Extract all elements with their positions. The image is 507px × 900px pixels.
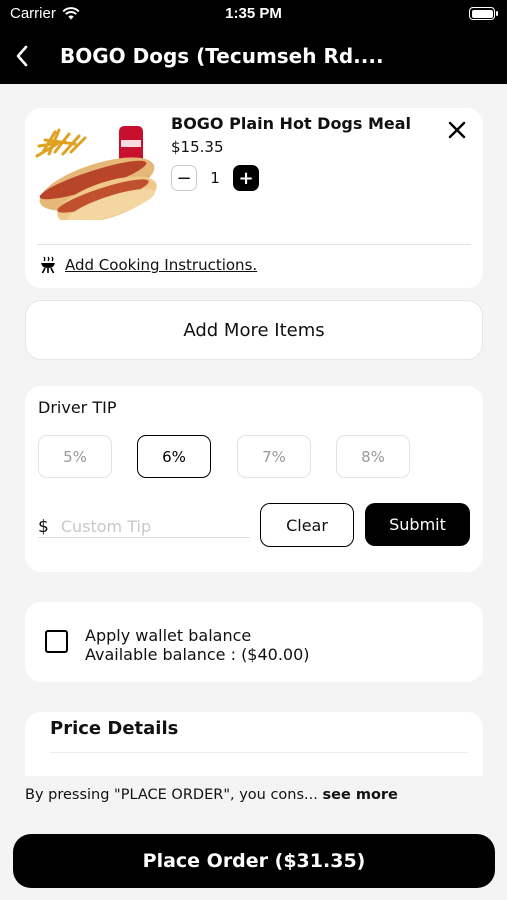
wallet-text: Apply wallet balance Available balance :… [85, 626, 310, 664]
place-order-button[interactable]: Place Order ($31.35) [13, 834, 495, 888]
battery-icon [469, 7, 498, 20]
clear-tip-button[interactable]: Clear [260, 503, 354, 547]
divider [37, 244, 471, 245]
submit-tip-button[interactable]: Submit [365, 503, 470, 546]
grill-icon [41, 256, 55, 274]
available-balance-label: Available balance : ($40.00) [85, 645, 310, 664]
tip-option-5[interactable]: 5% [38, 435, 112, 478]
terms-text: By pressing "PLACE ORDER", you cons... s… [25, 787, 398, 803]
wallet-card: Apply wallet balance Available balance :… [25, 602, 483, 682]
driver-tip-title: Driver TIP [38, 398, 117, 417]
back-button[interactable] [0, 28, 46, 84]
hot-dog-meal-image [35, 126, 157, 220]
page-title: BOGO Dogs (Tecumseh Rd.... [60, 44, 384, 68]
custom-tip-input[interactable] [60, 517, 231, 536]
remove-item-close-icon[interactable] [445, 118, 469, 142]
see-more-link[interactable]: see more [322, 787, 397, 803]
quantity-stepper: − 1 + [171, 165, 259, 191]
nav-bar: BOGO Dogs (Tecumseh Rd.... [0, 28, 507, 84]
cart-item-card: BOGO Plain Hot Dogs Meal $15.35 − 1 + Ad… [25, 108, 483, 288]
checkout-footer: By pressing "PLACE ORDER", you cons... s… [0, 776, 507, 900]
clock: 1:35 PM [225, 5, 282, 22]
divider [50, 752, 469, 753]
price-details-title: Price Details [50, 718, 179, 739]
apply-wallet-label: Apply wallet balance [85, 626, 252, 645]
price-details-card: Price Details [25, 712, 483, 782]
item-name: BOGO Plain Hot Dogs Meal [171, 114, 412, 133]
driver-tip-card: Driver TIP 5% 6% 7% 8% $ Clear Submit [25, 386, 483, 572]
add-more-items-button[interactable]: Add More Items [25, 300, 483, 360]
status-bar: Carrier 1:35 PM [0, 0, 507, 28]
increase-quantity-button[interactable]: + [233, 165, 259, 191]
tip-option-8[interactable]: 8% [336, 435, 410, 478]
apply-wallet-checkbox[interactable] [45, 630, 68, 653]
add-cooking-instructions-link[interactable]: Add Cooking Instructions. [65, 256, 257, 274]
terms-label: By pressing "PLACE ORDER", you cons... [25, 787, 318, 803]
item-price: $15.35 [171, 138, 224, 156]
currency-symbol: $ [38, 516, 49, 537]
custom-tip-field: $ [38, 516, 250, 538]
quantity-value: 1 [210, 169, 220, 187]
chevron-left-icon [16, 45, 28, 67]
tip-option-7[interactable]: 7% [237, 435, 311, 478]
tip-option-6[interactable]: 6% [137, 435, 211, 478]
cooking-instructions-row[interactable]: Add Cooking Instructions. [39, 256, 257, 274]
decrease-quantity-button[interactable]: − [171, 165, 197, 191]
